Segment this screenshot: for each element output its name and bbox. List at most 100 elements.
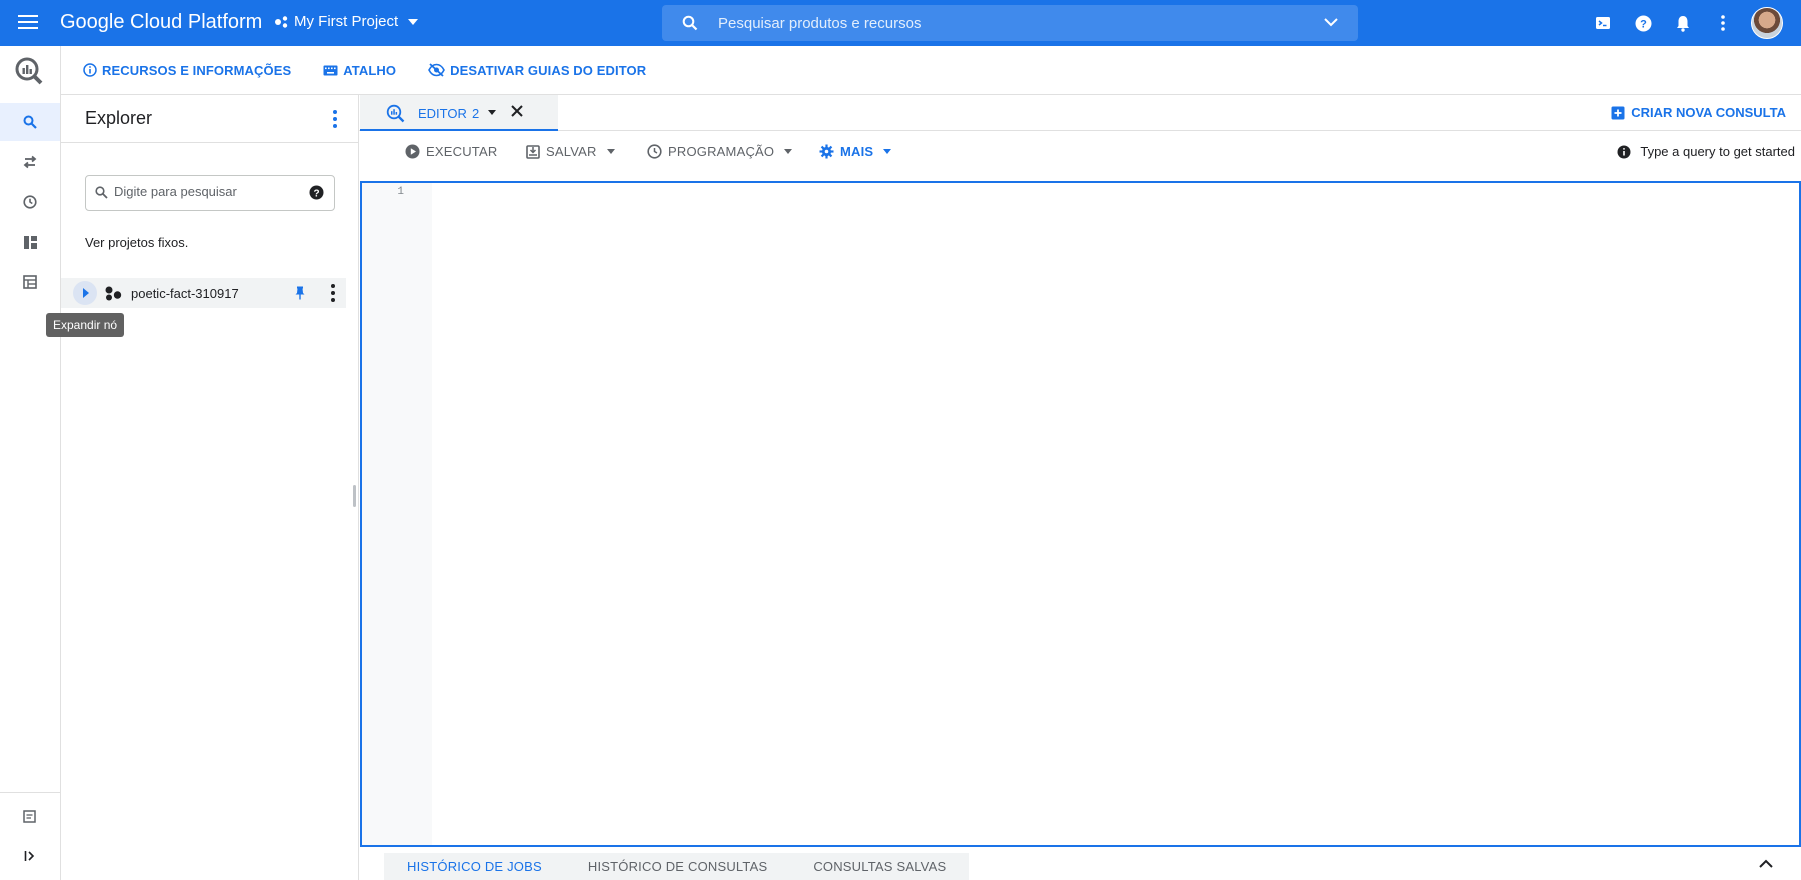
help-icon[interactable]: ? bbox=[1623, 0, 1663, 46]
avatar[interactable] bbox=[1751, 7, 1783, 39]
explorer-menu-icon[interactable] bbox=[323, 107, 347, 131]
schedule-label: PROGRAMAÇÃO bbox=[668, 144, 775, 159]
query-hint-text: Type a query to get started bbox=[1640, 144, 1795, 159]
create-new-query-button[interactable]: CRIAR NOVA CONSULTA bbox=[1611, 105, 1786, 120]
editor-toolbar: EXECUTAR SALVAR PROGRAMAÇÃO MAIS Type a … bbox=[359, 132, 1801, 176]
save-label: SALVAR bbox=[546, 144, 597, 159]
chevron-down-icon bbox=[784, 149, 793, 154]
sql-code-editor[interactable]: 1 bbox=[360, 181, 1801, 847]
line-number: 1 bbox=[397, 186, 404, 198]
explorer-panel: Explorer ? Ver projetos fixos. poetic-fa… bbox=[61, 95, 359, 880]
more-label: MAIS bbox=[840, 144, 874, 159]
schedule-button[interactable]: PROGRAMAÇÃO bbox=[647, 144, 793, 159]
cloud-shell-icon[interactable] bbox=[1583, 0, 1623, 46]
info-outline-icon bbox=[83, 63, 97, 77]
tab-editor[interactable]: EDITOR 2 bbox=[360, 95, 558, 131]
chevron-down-icon[interactable] bbox=[488, 110, 496, 115]
query-hint: Type a query to get started bbox=[1617, 144, 1795, 159]
gear-icon bbox=[819, 144, 834, 159]
table-icon bbox=[23, 275, 37, 289]
main-menu-icon[interactable] bbox=[18, 11, 40, 33]
editor-tab-bar: EDITOR 2 CRIAR NOVA CONSULTA bbox=[359, 95, 1801, 131]
explorer-header: Explorer bbox=[61, 95, 358, 143]
editor-subheader: RECURSOS E INFORMAÇÕES ATALHO DESATIVAR … bbox=[61, 46, 1801, 95]
clock-icon bbox=[647, 144, 662, 159]
panel-resize-handle[interactable] bbox=[353, 485, 356, 507]
search-icon bbox=[95, 186, 108, 199]
create-new-query-label: CRIAR NOVA CONSULTA bbox=[1631, 105, 1786, 120]
resources-info-label: RECURSOS E INFORMAÇÕES bbox=[102, 62, 292, 78]
tab-query-history[interactable]: HISTÓRICO DE CONSULTAS bbox=[565, 853, 790, 880]
swap-arrows-icon bbox=[23, 155, 37, 169]
search-icon bbox=[23, 115, 37, 129]
more-vert-icon[interactable] bbox=[1703, 0, 1743, 46]
release-notes-icon bbox=[23, 810, 36, 823]
top-bar: Google Cloud Platform My First Project P… bbox=[0, 0, 1801, 46]
notifications-bell-icon[interactable] bbox=[1663, 0, 1703, 46]
left-nav-rail bbox=[0, 46, 61, 880]
dashboard-icon bbox=[23, 235, 37, 249]
brand-title[interactable]: Google Cloud Platform bbox=[60, 11, 262, 34]
expand-right-icon bbox=[24, 851, 35, 861]
run-label: EXECUTAR bbox=[426, 144, 498, 159]
expand-node-toggle[interactable] bbox=[73, 281, 97, 305]
node-menu-icon[interactable] bbox=[321, 281, 345, 305]
rail-analytics[interactable] bbox=[0, 263, 60, 301]
project-name: My First Project bbox=[294, 13, 399, 30]
help-icon[interactable]: ? bbox=[309, 185, 324, 200]
clock-icon bbox=[23, 195, 37, 209]
chevron-down-icon[interactable] bbox=[1324, 17, 1338, 27]
global-search-input[interactable]: Pesquisar produtos e recursos bbox=[662, 5, 1358, 41]
more-button[interactable]: MAIS bbox=[819, 144, 892, 159]
tab-editor-number: 2 bbox=[472, 106, 480, 121]
shortcut-link[interactable]: ATALHO bbox=[323, 63, 396, 78]
disable-guides-label: DESATIVAR GUIAS DO EDITOR bbox=[450, 62, 647, 78]
run-button[interactable]: EXECUTAR bbox=[405, 144, 497, 159]
pinned-projects-link[interactable]: Ver projetos fixos. bbox=[85, 235, 188, 250]
tab-job-history[interactable]: HISTÓRICO DE JOBS bbox=[384, 853, 565, 880]
save-icon bbox=[526, 144, 540, 159]
rail-transfers[interactable] bbox=[0, 143, 60, 181]
project-nodes-icon bbox=[105, 286, 122, 301]
chevron-down-icon bbox=[408, 18, 419, 25]
svg-text:?: ? bbox=[1640, 18, 1647, 30]
search-placeholder: Pesquisar produtos e recursos bbox=[718, 15, 922, 32]
rail-expand[interactable] bbox=[0, 837, 60, 875]
query-editor-icon bbox=[386, 104, 405, 123]
results-tab-bar: HISTÓRICO DE JOBS HISTÓRICO DE CONSULTAS… bbox=[384, 853, 970, 880]
disable-guides-link[interactable]: DESATIVAR GUIAS DO EDITOR bbox=[428, 63, 646, 78]
svg-text:?: ? bbox=[313, 188, 319, 199]
visibility-off-icon bbox=[428, 63, 446, 77]
add-box-icon bbox=[1611, 106, 1625, 119]
rail-divider bbox=[0, 792, 60, 793]
bigquery-logo-icon[interactable] bbox=[14, 56, 44, 91]
project-selector[interactable]: My First Project bbox=[274, 13, 419, 30]
tree-row-project[interactable]: poetic-fact-310917 bbox=[61, 278, 346, 308]
play-circle-icon bbox=[405, 144, 420, 159]
rail-scheduled[interactable] bbox=[0, 183, 60, 221]
rail-release-notes[interactable] bbox=[0, 797, 60, 835]
tab-saved-queries[interactable]: CONSULTAS SALVAS bbox=[790, 853, 969, 880]
keyboard-icon bbox=[323, 65, 338, 75]
editor-area: EDITOR 2 CRIAR NOVA CONSULTA EXECUTAR SA… bbox=[359, 95, 1801, 880]
explorer-search-field[interactable]: ? bbox=[85, 175, 335, 211]
rail-search[interactable] bbox=[0, 103, 60, 141]
shortcut-label: ATALHO bbox=[343, 62, 397, 78]
explorer-title: Explorer bbox=[85, 108, 153, 128]
rail-dashboard[interactable] bbox=[0, 223, 60, 261]
project-nodes-icon bbox=[275, 15, 288, 28]
search-icon bbox=[682, 15, 698, 31]
line-number-gutter: 1 bbox=[362, 183, 432, 845]
close-icon[interactable] bbox=[510, 104, 524, 118]
pin-icon[interactable] bbox=[294, 286, 306, 300]
info-icon bbox=[1617, 145, 1631, 158]
chevron-down-icon bbox=[883, 149, 892, 154]
resources-info-link[interactable]: RECURSOS E INFORMAÇÕES bbox=[83, 63, 291, 78]
expand-node-tooltip: Expandir nó bbox=[46, 313, 125, 337]
save-button[interactable]: SALVAR bbox=[526, 144, 615, 159]
explorer-search-input[interactable] bbox=[114, 184, 304, 199]
chevron-down-icon bbox=[606, 149, 615, 154]
project-node-label: poetic-fact-310917 bbox=[131, 286, 239, 301]
chevron-up-icon[interactable] bbox=[1759, 859, 1773, 868]
tab-editor-label: EDITOR bbox=[418, 106, 467, 121]
